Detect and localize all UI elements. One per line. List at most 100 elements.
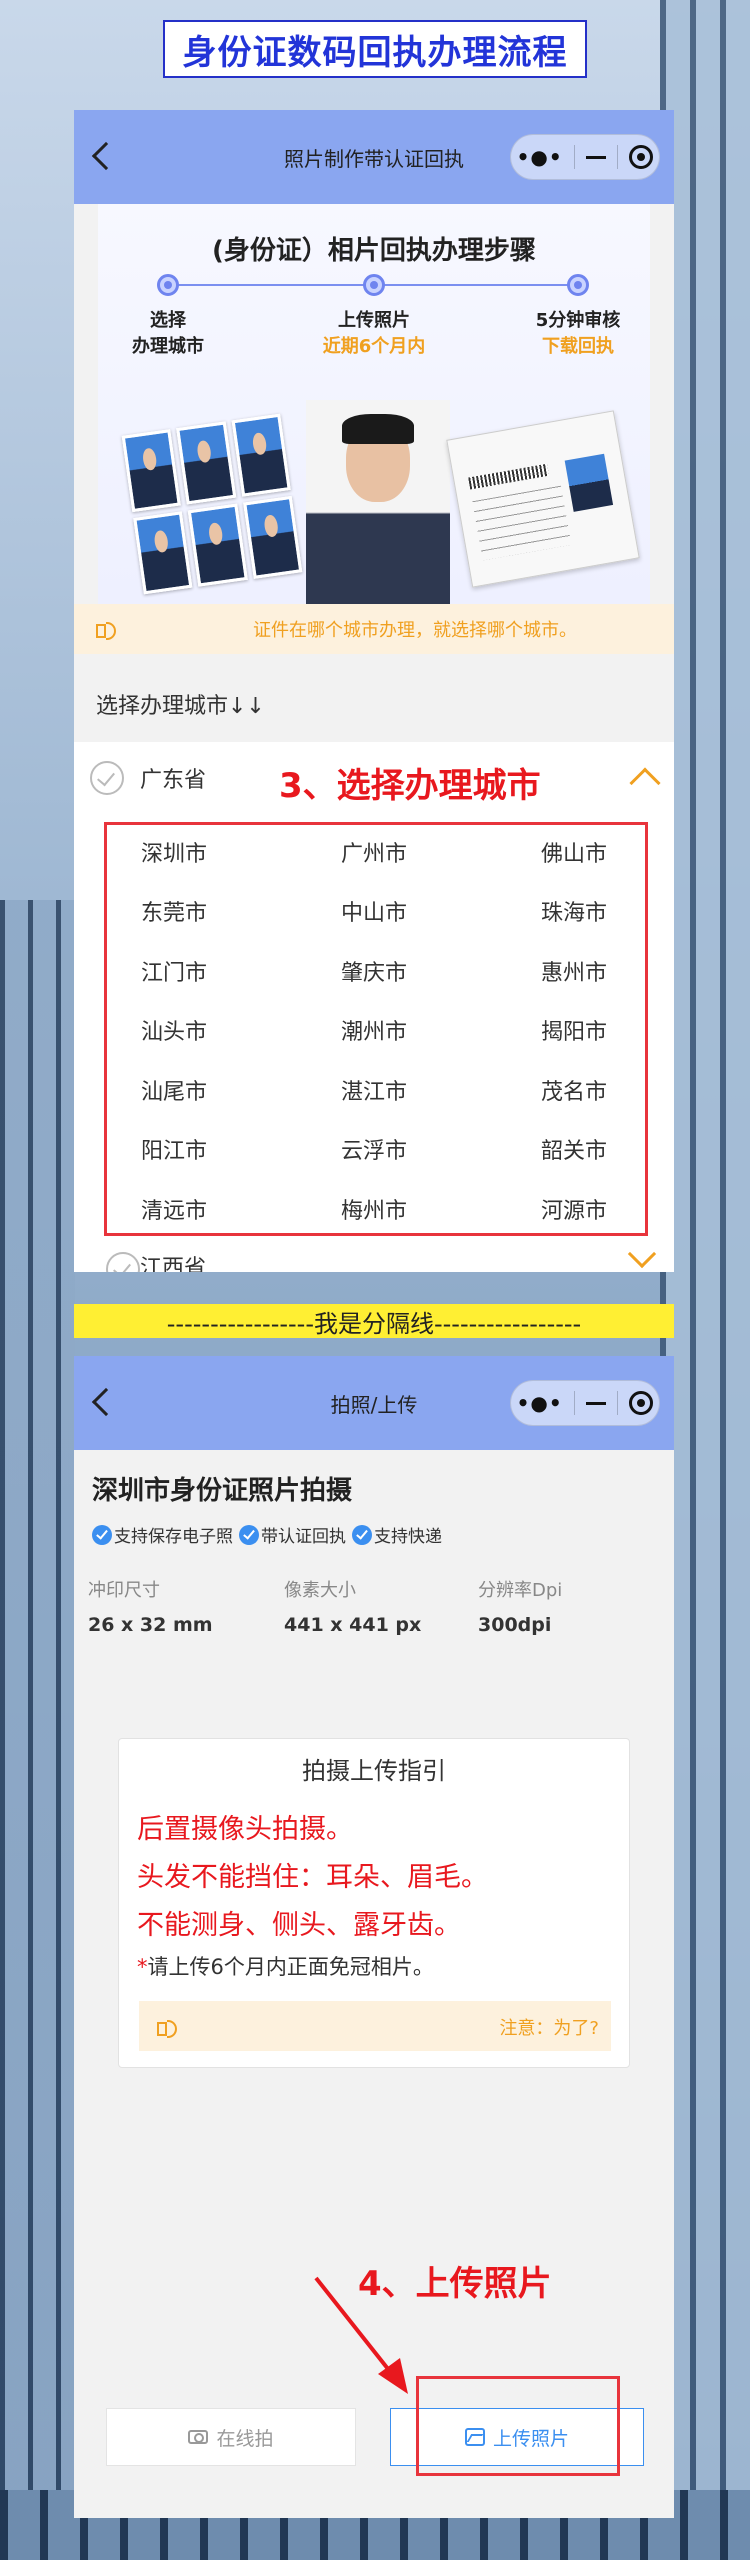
city-item[interactable]: 中山市 (274, 882, 474, 942)
receipt-card-image (446, 410, 640, 588)
guide-line: 后置摄像头拍摄。 (137, 1814, 353, 1845)
tag-label: 带认证回执 (261, 1527, 346, 1547)
province-name: 江西省 (140, 1256, 207, 1272)
capsule-separator (573, 145, 575, 169)
tag-label: 支持保存电子照 (114, 1527, 233, 1547)
section-label: 选择办理城市↓↓ (96, 694, 265, 719)
back-arrow-icon[interactable] (91, 141, 121, 171)
city-item[interactable]: 潮州市 (274, 1001, 474, 1061)
city-item[interactable]: 深圳市 (74, 822, 274, 882)
camera-icon (188, 2430, 209, 2444)
step-dot (567, 274, 589, 296)
check-circle-icon (239, 1524, 259, 1545)
step-dot (157, 274, 179, 296)
city-item[interactable]: 揭阳市 (474, 1001, 674, 1061)
guide-line: 不能测身、侧头、露牙齿。 (137, 1910, 461, 1941)
check-circle-icon (92, 1524, 112, 1545)
city-item[interactable]: 河源市 (474, 1179, 674, 1239)
shoot-online-button[interactable]: 在线拍 (106, 2408, 356, 2466)
province-name: 广东省 (140, 768, 207, 793)
city-item[interactable]: 韶关市 (474, 1120, 674, 1180)
badge-check-icon (106, 1252, 140, 1272)
miniprogram-capsule: •●• (510, 1380, 660, 1426)
minimize-icon[interactable] (586, 155, 606, 159)
chevron-up-icon[interactable] (629, 767, 661, 799)
step-2: 上传照片 近期6个月内 (294, 308, 454, 360)
city-item[interactable]: 汕头市 (74, 1001, 274, 1061)
step-1-line1: 选择 (150, 310, 186, 331)
spec-value-print-size: 26 x 32 mm (88, 1614, 213, 1636)
step-1-line2: 办理城市 (132, 336, 204, 357)
guide-line: 头发不能挡住：耳朵、眉毛。 (137, 1862, 488, 1893)
spec-label-pixel-size: 像素大小 (284, 1580, 356, 1601)
step-dot (363, 274, 385, 296)
city-grid: 深圳市 广州市 佛山市东莞市 中山市 珠海市江门市 肇庆市 惠州市汕头市 潮州市 揭阳市汕尾市湛… (74, 814, 674, 1240)
city-item[interactable]: 湛江市 (274, 1060, 474, 1120)
speaker-icon (94, 617, 118, 641)
background-building-left (0, 900, 75, 2560)
hero-title: (身份证）相片回执办理步骤 (212, 236, 536, 266)
portrait-image (306, 400, 450, 604)
check-circle-icon (352, 1524, 372, 1545)
city-item[interactable]: 云浮市 (274, 1120, 474, 1180)
more-dots-icon[interactable]: •●• (517, 145, 563, 169)
miniprogram-capsule: •●• (510, 134, 660, 180)
spec-value-dpi: 300dpi (478, 1614, 552, 1636)
province-row-jiangxi[interactable]: 江西省 (74, 1239, 674, 1272)
steps-hero: (身份证）相片回执办理步骤 选择 办理城市 上传照片 近期6个月内 5分钟审核 … (98, 204, 650, 604)
city-item[interactable]: 阳江市 (74, 1120, 274, 1180)
city-item[interactable]: 东莞市 (74, 882, 274, 942)
annotation-arrow-icon (314, 2276, 408, 2394)
close-target-icon[interactable] (629, 145, 654, 169)
more-dots-icon[interactable]: •●• (517, 1391, 563, 1415)
nav-title: 照片制作带认证回执 (284, 146, 464, 171)
capsule-separator (617, 145, 619, 169)
required-star: * (137, 1955, 148, 1979)
step-3-line1: 5分钟审核 (535, 310, 621, 331)
upload-guide-card: 拍摄上传指引 后置摄像头拍摄。 头发不能挡住：耳朵、眉毛。 不能测身、侧头、露牙… (118, 1738, 630, 2068)
capsule-separator (617, 1391, 619, 1415)
speaker-icon (155, 2015, 179, 2039)
city-item[interactable]: 茂名市 (474, 1060, 674, 1120)
feature-tags: 支持保存电子照 带认证回执 支持快递 (92, 1522, 448, 1547)
badge-check-icon (90, 761, 124, 795)
guide-note-text: 请上传6个月内正面免冠相片。 (147, 1955, 434, 1979)
minimize-icon[interactable] (586, 1401, 606, 1405)
step-3: 5分钟审核 下载回执 (498, 308, 658, 360)
step-2-line1: 上传照片 (338, 310, 410, 331)
city-item[interactable]: 汕尾市 (74, 1060, 274, 1120)
feature-tag: 支持快递 (352, 1522, 442, 1547)
city-item[interactable]: 梅州市 (274, 1179, 474, 1239)
step-3-line2: 下载回执 (542, 336, 614, 357)
city-item[interactable]: 广州市 (274, 822, 474, 882)
spec-label-dpi: 分辨率Dpi (478, 1580, 563, 1601)
highlight-box (416, 2376, 620, 2476)
spec-label-print-size: 冲印尺寸 (88, 1580, 160, 1601)
notice-text: 证件在哪个城市办理，就选择哪个城市。 (253, 620, 577, 641)
tag-label: 支持快递 (374, 1527, 442, 1547)
feature-tag: 带认证回执 (239, 1522, 346, 1547)
nav-title: 拍照/上传 (330, 1392, 418, 1417)
screenshot-photo-upload: 拍照/上传 •●• 深圳市身份证照片拍摄 支持保存电子照 带认证回执 支持快递 … (74, 1356, 674, 2518)
feature-tag: 支持保存电子照 (92, 1522, 233, 1547)
navbar: 拍照/上传 •●• (74, 1356, 674, 1450)
chevron-down-icon[interactable] (627, 1239, 657, 1269)
navbar: 照片制作带认证回执 •●• (74, 110, 674, 204)
capsule-separator (573, 1391, 575, 1415)
guide-note: *请上传6个月内正面免冠相片。 (137, 1951, 434, 1981)
step-2-line2: 近期6个月内 (322, 336, 426, 357)
close-target-icon[interactable] (629, 1391, 654, 1415)
screenshot-city-select: 照片制作带认证回执 •●• (身份证）相片回执办理步骤 选择 办理城市 上传照片… (74, 110, 674, 1272)
city-item[interactable]: 肇庆市 (274, 941, 474, 1001)
divider-label: -----------------我是分隔线----------------- (74, 1304, 674, 1338)
city-item[interactable]: 江门市 (74, 941, 274, 1001)
banner-title: 身份证数码回执办理流程 (163, 20, 587, 78)
city-item[interactable]: 珠海市 (474, 882, 674, 942)
back-arrow-icon[interactable] (91, 1387, 121, 1417)
city-item[interactable]: 佛山市 (474, 822, 674, 882)
city-item[interactable]: 清远市 (74, 1179, 274, 1239)
step-1: 选择 办理城市 (88, 308, 248, 360)
annotation-step3: 3、选择办理城市 (279, 766, 541, 806)
guide-notice-bar: 注意：为了? (139, 2001, 611, 2051)
city-item[interactable]: 惠州市 (474, 941, 674, 1001)
